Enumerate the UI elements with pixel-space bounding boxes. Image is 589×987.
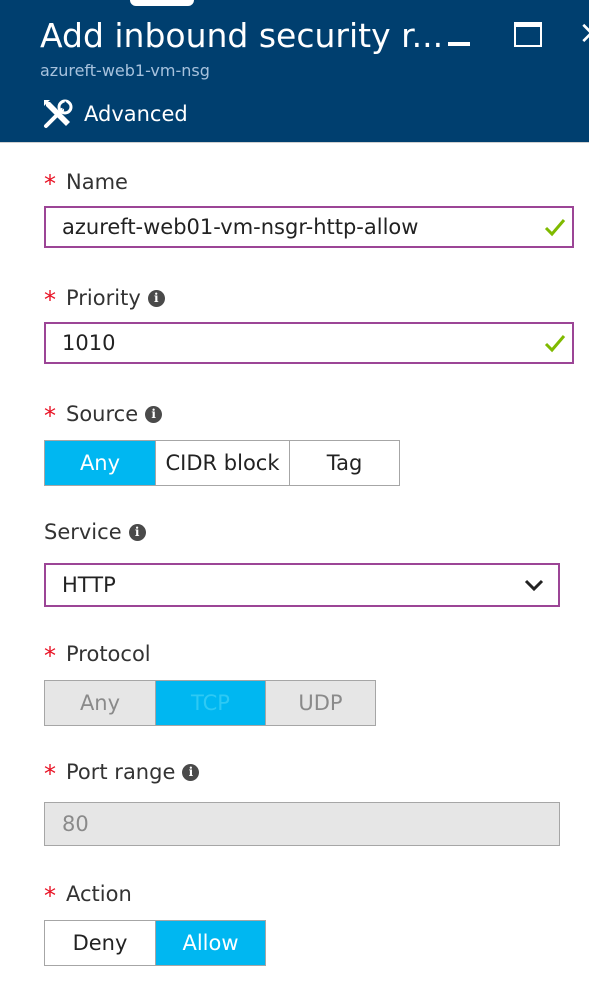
name-label: Name xyxy=(66,170,128,194)
header-tab-indicator xyxy=(130,0,194,6)
action-toggle: Deny Allow xyxy=(44,920,266,966)
service-label-row: Service i xyxy=(44,520,146,544)
port-range-value: 80 xyxy=(62,812,89,836)
info-icon[interactable]: i xyxy=(128,523,146,541)
priority-input-value: 1010 xyxy=(62,331,116,355)
priority-label: Priority xyxy=(66,286,141,310)
advanced-button[interactable]: Advanced xyxy=(42,97,188,131)
protocol-option-udp: UDP xyxy=(265,680,376,726)
service-select-value: HTTP xyxy=(62,573,116,597)
action-option-deny[interactable]: Deny xyxy=(44,920,156,966)
port-range-input: 80 xyxy=(44,802,560,846)
blade-subtitle: azureft-web1-vm-nsg xyxy=(40,61,210,80)
source-label-row: * Source i xyxy=(44,402,163,430)
info-icon[interactable]: i xyxy=(145,405,163,423)
required-marker: * xyxy=(44,882,56,910)
priority-input[interactable]: 1010 xyxy=(44,322,574,364)
source-option-any[interactable]: Any xyxy=(44,440,156,486)
service-label: Service xyxy=(44,520,122,544)
info-icon[interactable]: i xyxy=(147,289,165,307)
required-marker: * xyxy=(44,170,56,198)
header-divider xyxy=(0,142,589,143)
required-marker: * xyxy=(44,760,56,788)
port-range-label-row: * Port range i xyxy=(44,760,200,788)
source-option-tag[interactable]: Tag xyxy=(289,440,400,486)
checkmark-icon xyxy=(544,219,566,237)
name-input[interactable]: azureft-web01-vm-nsgr-http-allow xyxy=(44,206,574,248)
blade-title: Add inbound security r... xyxy=(40,16,444,55)
required-marker: * xyxy=(44,402,56,430)
protocol-option-any: Any xyxy=(44,680,156,726)
protocol-option-tcp: TCP xyxy=(155,680,266,726)
protocol-label-row: * Protocol xyxy=(44,642,151,670)
chevron-down-icon xyxy=(524,579,544,592)
info-icon[interactable]: i xyxy=(182,763,200,781)
action-option-allow[interactable]: Allow xyxy=(155,920,266,966)
maximize-icon xyxy=(514,22,542,47)
name-label-row: * Name xyxy=(44,170,128,198)
action-label: Action xyxy=(66,882,132,906)
wrench-screwdriver-icon xyxy=(44,99,73,128)
action-label-row: * Action xyxy=(44,882,132,910)
minimize-button[interactable] xyxy=(446,24,470,48)
service-select[interactable]: HTTP xyxy=(44,563,560,607)
port-range-label: Port range xyxy=(66,760,176,784)
maximize-button[interactable] xyxy=(514,22,542,47)
protocol-toggle: Any TCP UDP xyxy=(44,680,376,726)
protocol-label: Protocol xyxy=(66,642,151,666)
priority-label-row: * Priority i xyxy=(44,286,165,314)
name-input-value: azureft-web01-vm-nsgr-http-allow xyxy=(62,215,419,239)
source-label: Source xyxy=(66,402,139,426)
source-toggle: Any CIDR block Tag xyxy=(44,440,400,486)
close-button[interactable]: × xyxy=(578,16,589,48)
blade-header: Add inbound security r... azureft-web1-v… xyxy=(0,0,589,142)
required-marker: * xyxy=(44,286,56,314)
checkmark-icon xyxy=(544,335,566,353)
source-option-cidr-block[interactable]: CIDR block xyxy=(155,440,290,486)
advanced-label: Advanced xyxy=(84,102,188,126)
required-marker: * xyxy=(44,642,56,670)
